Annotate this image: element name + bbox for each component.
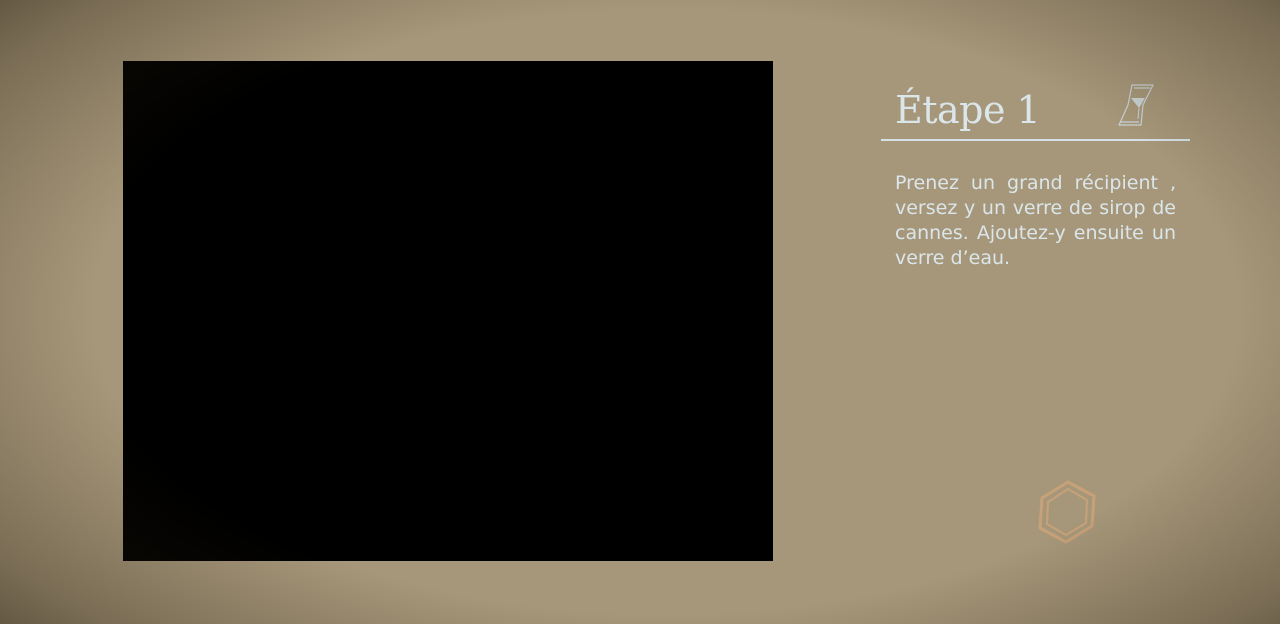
- step-description: Prenez un grand récipient , versez y un …: [895, 172, 1176, 269]
- step-panel: Étape 1 Prenez un grand récipient , vers…: [881, 80, 1190, 271]
- hexagon-icon: [1038, 480, 1096, 544]
- step-title: Étape 1: [895, 88, 1041, 132]
- hourglass-icon[interactable]: [1115, 82, 1157, 128]
- video-player[interactable]: [123, 61, 773, 561]
- step-header: Étape 1: [881, 80, 1190, 141]
